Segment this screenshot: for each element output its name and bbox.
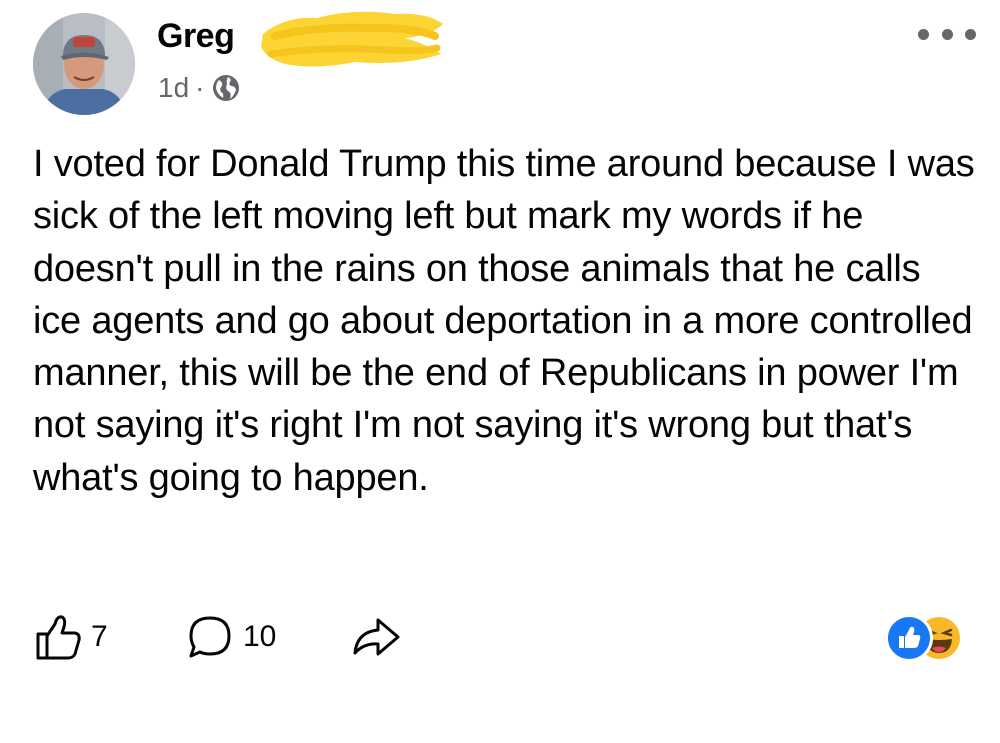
author-avatar[interactable] — [33, 13, 135, 115]
more-options-icon[interactable] — [918, 22, 976, 46]
share-button[interactable] — [350, 612, 402, 662]
more-dot — [918, 28, 929, 40]
more-dot — [941, 28, 953, 40]
author-name[interactable]: Greg — [157, 16, 235, 56]
share-arrow-icon — [350, 612, 402, 662]
meta-separator: · — [195, 72, 205, 103]
action-bar: 7 10 — [33, 612, 402, 662]
post-card: Greg 1d · I voted for Donald Trump this … — [0, 0, 1000, 743]
post-timestamp[interactable]: 1d — [158, 72, 189, 104]
like-button[interactable]: 7 — [33, 612, 185, 662]
comment-count: 10 — [243, 620, 277, 653]
post-meta: 1d · — [158, 70, 240, 106]
post-text: I voted for Donald Trump this time aroun… — [33, 143, 975, 499]
thumbs-up-icon — [33, 612, 83, 662]
globe-icon[interactable] — [212, 74, 240, 102]
comment-bubble-icon — [185, 612, 235, 662]
more-dot — [965, 28, 976, 40]
reaction-summary[interactable] — [885, 611, 975, 662]
like-count: 7 — [91, 620, 108, 653]
like-reaction-icon — [885, 614, 933, 662]
redaction-mark — [261, 11, 443, 67]
comment-button[interactable]: 10 — [185, 612, 350, 662]
